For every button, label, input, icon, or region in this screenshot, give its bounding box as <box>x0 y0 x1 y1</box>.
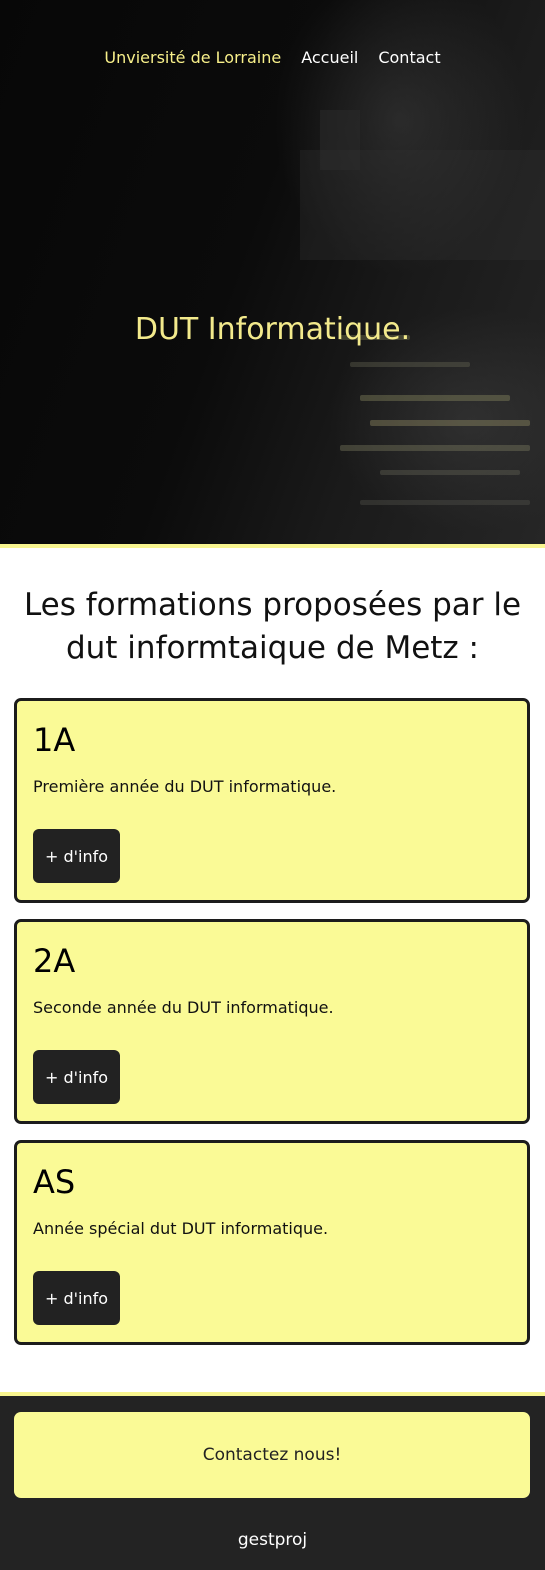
hero-divider <box>0 544 545 548</box>
contact-button[interactable]: Contactez nous! <box>14 1412 530 1498</box>
card-title: 2A <box>33 942 76 980</box>
card-title: 1A <box>33 721 76 759</box>
more-info-button[interactable]: + d'info <box>33 829 120 883</box>
card-description: Seconde année du DUT informatique. <box>33 998 334 1017</box>
card-description: Année spécial dut DUT informatique. <box>33 1219 329 1238</box>
top-nav: Unviersité de Lorraine Accueil Contact <box>0 48 545 67</box>
footer: Contactez nous! gestproj <box>0 1396 545 1570</box>
more-info-button[interactable]: + d'info <box>33 1271 120 1325</box>
hero-title: DUT Informatique. <box>134 312 411 347</box>
footer-text: gestproj <box>237 1530 308 1550</box>
nav-link-contact[interactable]: Contact <box>378 48 440 67</box>
card-description: Première année du DUT informatique. <box>33 777 337 796</box>
nav-brand-link[interactable]: Unviersité de Lorraine <box>104 48 281 67</box>
more-info-button[interactable]: + d'info <box>33 1050 120 1104</box>
code-background-image <box>300 110 545 505</box>
hero-banner: Unviersité de Lorraine Accueil Contact D… <box>0 0 545 544</box>
nav-link-accueil[interactable]: Accueil <box>301 48 358 67</box>
formation-card-2a: 2A Seconde année du DUT informatique. + … <box>14 919 530 1124</box>
formation-card-as: AS Année spécial dut DUT informatique. +… <box>14 1140 530 1345</box>
section-title: Les formations proposées par le dut info… <box>23 587 522 666</box>
formation-card-1a: 1A Première année du DUT informatique. +… <box>14 698 530 903</box>
card-title: AS <box>33 1163 76 1201</box>
